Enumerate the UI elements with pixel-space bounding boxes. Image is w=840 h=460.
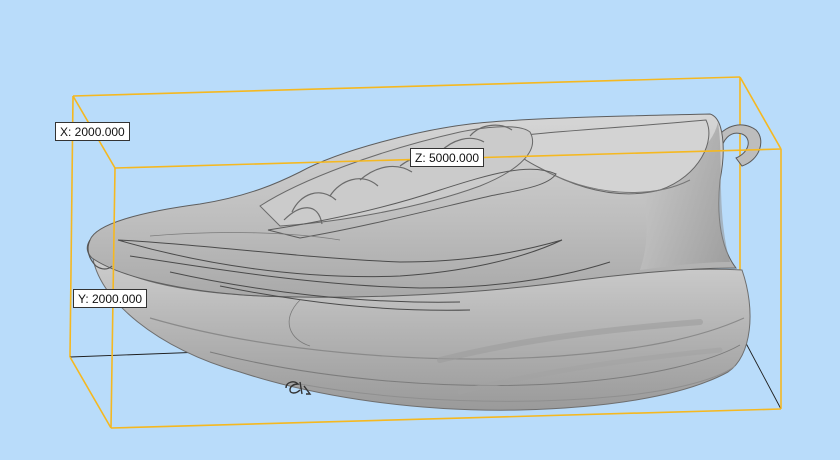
dimension-z-label: Z: 5000.000 xyxy=(410,148,485,167)
3d-viewport[interactable]: X: 2000.000 Z: 5000.000 Y: 2000.000 xyxy=(0,0,840,460)
dimension-y-label: Y: 2000.000 xyxy=(73,289,148,308)
dimension-x-label: X: 2000.000 xyxy=(55,122,130,141)
scene-canvas[interactable] xyxy=(0,0,840,460)
